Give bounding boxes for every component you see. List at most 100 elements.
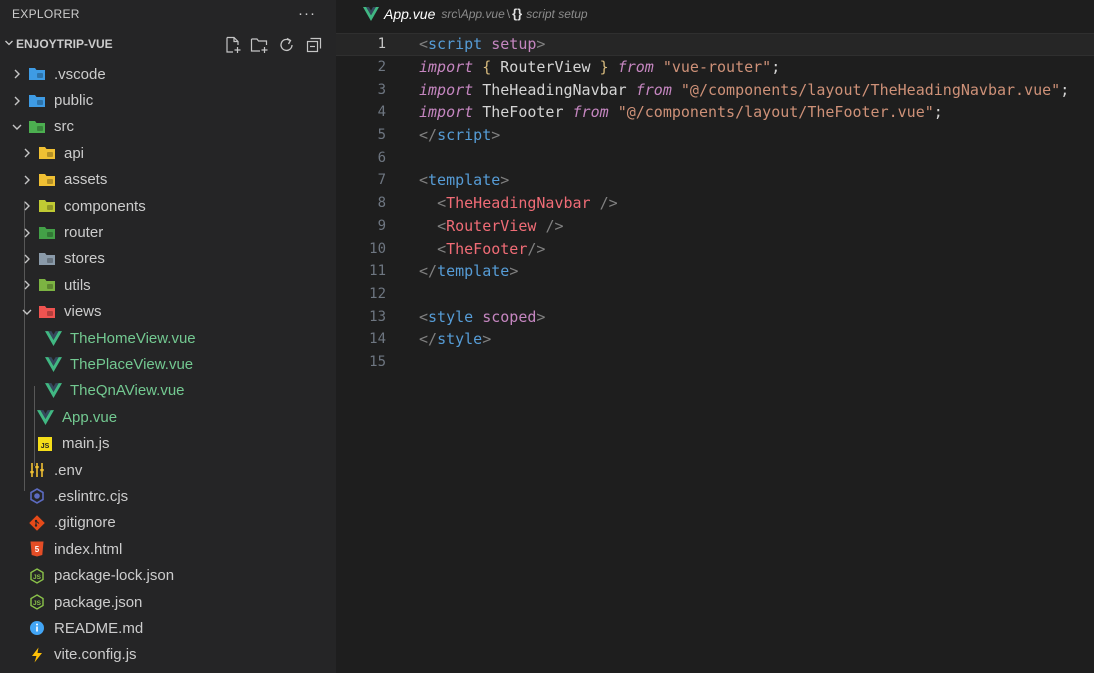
breadcrumb-file[interactable]: App.vue (384, 6, 435, 22)
code-token: template (437, 262, 510, 281)
line-number: 12 (369, 285, 386, 302)
chevron-right-icon[interactable] (20, 146, 34, 160)
tree-item[interactable]: .eslintrc.cjs (0, 483, 336, 509)
code-line[interactable]: 13 <style scoped> (336, 305, 1094, 328)
tree-item[interactable]: assets (0, 167, 336, 193)
code-line[interactable]: 7 <template> (336, 169, 1094, 192)
code-line[interactable]: 9 <RouterView /> (336, 215, 1094, 238)
refresh-icon[interactable] (277, 35, 296, 54)
tree-item-label: assets (64, 171, 108, 189)
tree-item-label: .vscode (54, 65, 106, 83)
code-line[interactable]: 2 import { RouterView } from "vue-router"… (336, 56, 1094, 79)
chevron-down-icon (4, 37, 14, 51)
tree-item[interactable]: stores (0, 246, 336, 272)
tree-item[interactable]: components (0, 193, 336, 219)
code-line[interactable]: 3 import TheHeadingNavbar from "@/compone… (336, 78, 1094, 101)
line-number: 7 (377, 172, 386, 189)
tree-item[interactable]: .env (0, 457, 336, 483)
tree-item-label: App.vue (62, 408, 118, 426)
tree-item[interactable]: JS package.json (0, 589, 336, 615)
code-line[interactable]: 4 import TheFooter from "@/components/lay… (336, 101, 1094, 124)
tree-item[interactable]: App.vue (0, 404, 336, 430)
code-line[interactable]: 11 </template> (336, 260, 1094, 283)
workspace-root[interactable]: ENJOYTRIP-VUE (0, 27, 336, 61)
new-file-icon[interactable] (223, 35, 242, 54)
tree-item[interactable]: views (0, 299, 336, 325)
code-line[interactable]: 14 </style> (336, 328, 1094, 351)
code-line[interactable]: 12 (336, 283, 1094, 306)
tree-item[interactable]: src (0, 114, 336, 140)
code-token: setup (491, 35, 537, 54)
tree-item-label: TheQnAView.vue (70, 382, 185, 400)
svg-text:5: 5 (35, 545, 40, 554)
code-text: <RouterView /> (419, 217, 563, 235)
utils-folder-icon (38, 276, 56, 294)
code-editor[interactable]: 1 <script setup> 2 import { RouterView } fr… (336, 33, 1094, 673)
chevron-right-icon[interactable] (10, 67, 24, 81)
code-token: > (500, 171, 510, 190)
chevron-right-icon[interactable] (20, 252, 34, 266)
code-text: </style> (419, 330, 491, 348)
tree-item[interactable]: README.md (0, 615, 336, 641)
code-line[interactable]: 8 <TheHeadingNavbar /> (336, 192, 1094, 215)
tree-item[interactable]: .gitignore (0, 510, 336, 536)
chevron-right-icon[interactable] (10, 94, 24, 108)
tree-item[interactable]: public (0, 87, 336, 113)
tree-item[interactable]: .vscode (0, 61, 336, 87)
tree-item[interactable]: JS main.js (0, 430, 336, 456)
tree-item[interactable]: TheHomeView.vue (0, 325, 336, 351)
tree-item-label: package.json (54, 593, 143, 611)
code-token: import (419, 80, 474, 99)
code-line[interactable]: 10 <TheFooter/> (336, 237, 1094, 260)
tree-item[interactable]: JS package-lock.json (0, 562, 336, 588)
tree-item[interactable]: TheQnAView.vue (0, 378, 336, 404)
code-token: from (617, 58, 654, 77)
stores-folder-icon (38, 250, 56, 268)
code-line[interactable]: 6 (336, 146, 1094, 169)
more-actions-icon[interactable]: ··· (298, 5, 324, 22)
code-text: import TheHeadingNavbar from "@/componen… (419, 81, 1069, 99)
tree-item[interactable]: utils (0, 272, 336, 298)
svg-text:JS: JS (33, 573, 42, 580)
html-icon: 5 (28, 540, 46, 558)
public-folder-icon (28, 92, 46, 110)
explorer-title: EXPLORER (12, 6, 80, 21)
explorer-sidebar: EXPLORER ··· ENJOYTRIP-VUE .vscode public… (0, 0, 336, 673)
chevron-right-icon[interactable] (20, 226, 34, 240)
breadcrumb-scope[interactable]: script setup (526, 7, 587, 21)
tree-item-label: vite.config.js (54, 646, 137, 664)
chevron-right-icon[interactable] (20, 278, 34, 292)
code-text: <TheFooter/> (419, 240, 545, 258)
code-line[interactable]: 1 <script setup> (336, 33, 1094, 56)
collapse-all-icon[interactable] (304, 35, 323, 54)
tree-item[interactable]: ThePlaceView.vue (0, 351, 336, 377)
chevron-right-icon[interactable] (20, 173, 34, 187)
chevron-down-icon[interactable] (10, 120, 24, 134)
tree-item-label: index.html (54, 540, 123, 558)
code-token: > (536, 35, 546, 54)
chevron-right-icon[interactable] (20, 199, 34, 213)
tree-item[interactable]: api (0, 140, 336, 166)
code-token: TheHeadingNavbar (446, 194, 591, 213)
code-token: < (437, 194, 447, 213)
views-folder-icon (38, 303, 56, 321)
code-token: > (509, 262, 519, 281)
new-folder-icon[interactable] (250, 35, 269, 54)
tree-item-label: components (64, 197, 146, 215)
tree-item[interactable]: vite.config.js (0, 642, 336, 668)
tree-item[interactable]: router (0, 219, 336, 245)
tree-item[interactable]: 5 index.html (0, 536, 336, 562)
line-number: 3 (377, 81, 386, 98)
breadcrumb-path[interactable]: src\App.vue (441, 7, 504, 21)
chevron-down-icon[interactable] (20, 305, 34, 319)
tree-item-label: api (64, 144, 85, 162)
line-number: 2 (377, 59, 386, 76)
code-line[interactable]: 5 </script> (336, 124, 1094, 147)
code-line[interactable]: 15 (336, 351, 1094, 374)
code-token: TheFooter (446, 239, 528, 258)
